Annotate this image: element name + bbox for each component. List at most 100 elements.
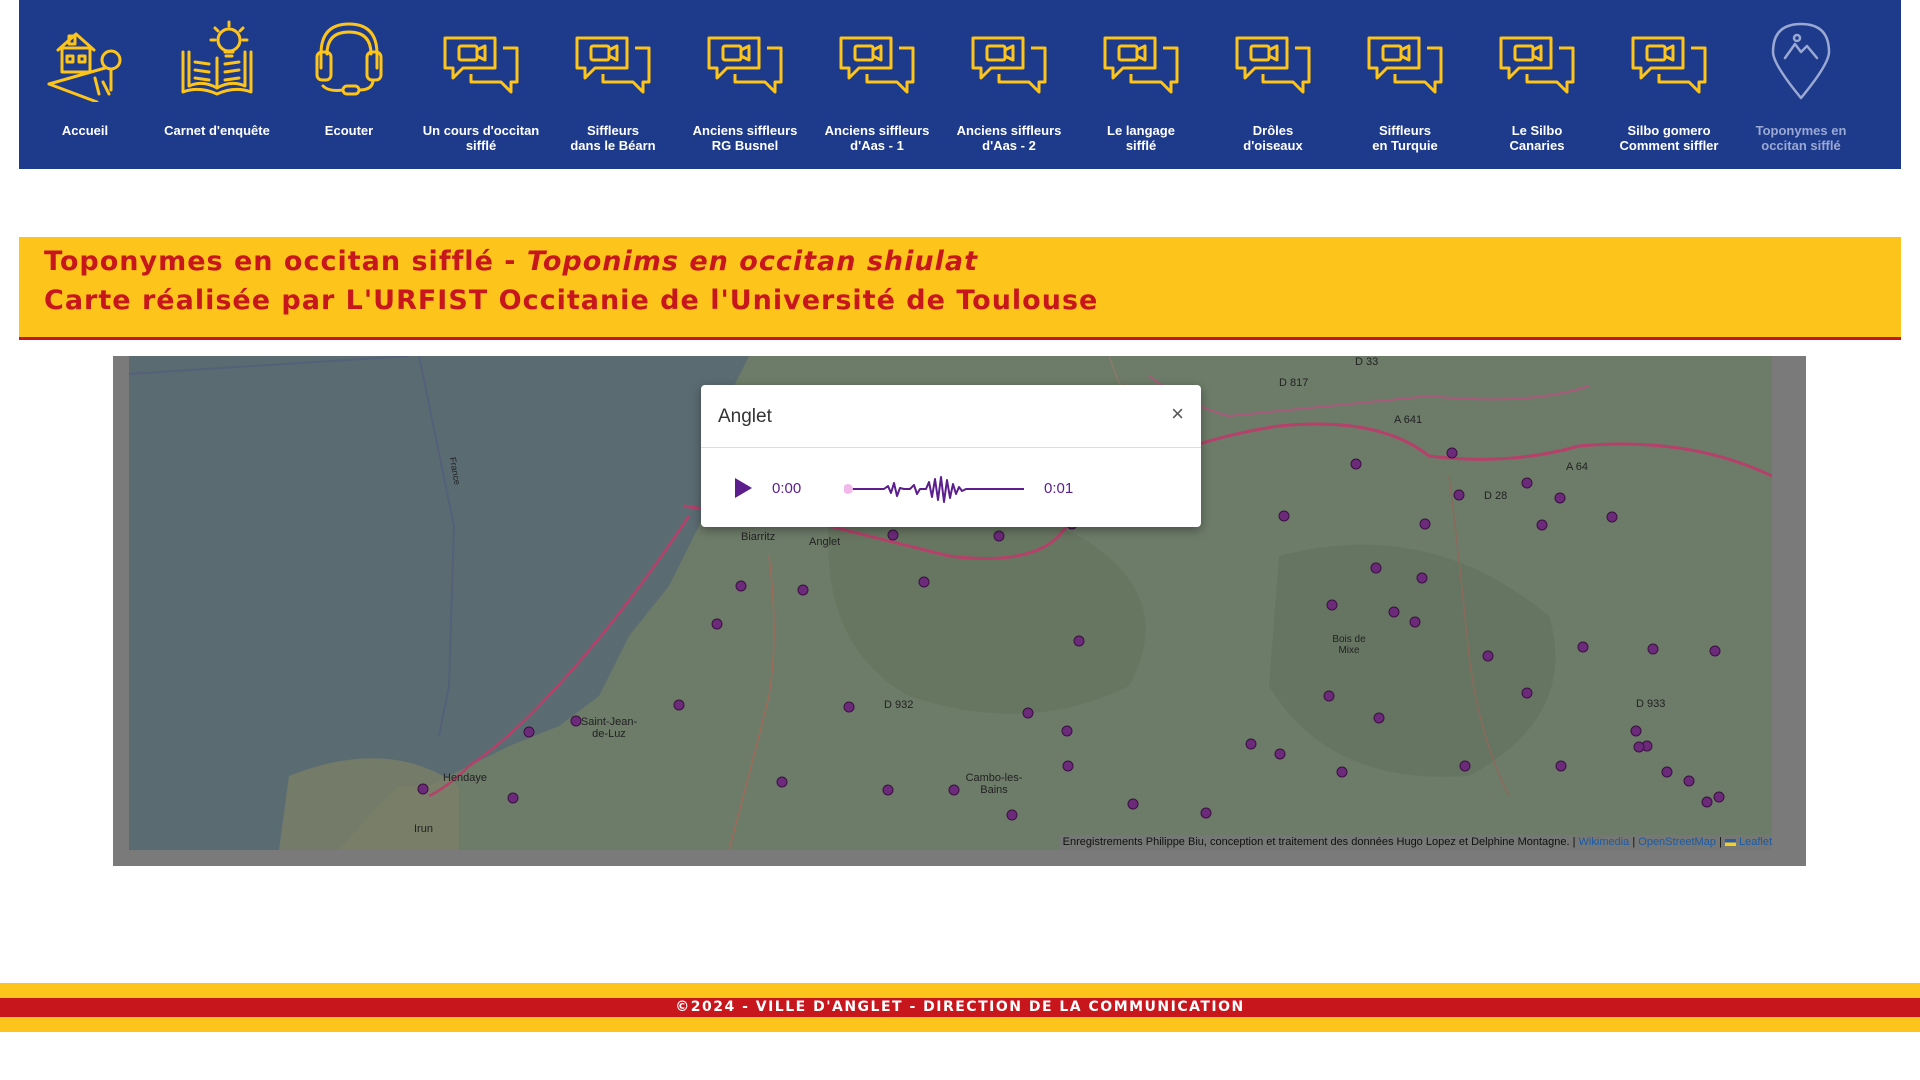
- map-marker[interactable]: [1336, 766, 1348, 778]
- nav-item-carnet[interactable]: Carnet d'enquête: [151, 0, 283, 169]
- map-label: D 28: [1484, 490, 1508, 502]
- map-marker[interactable]: [1416, 572, 1428, 584]
- map-marker[interactable]: [1577, 641, 1589, 653]
- map-marker[interactable]: [735, 580, 747, 592]
- popup-close-button[interactable]: ×: [1171, 401, 1184, 427]
- map-marker[interactable]: [1453, 489, 1465, 501]
- map-marker[interactable]: [1459, 760, 1471, 772]
- map-marker[interactable]: [1630, 725, 1642, 737]
- nav-item-cours-occitan[interactable]: Un cours d'occitan sifflé: [415, 0, 547, 169]
- map-marker[interactable]: [1521, 687, 1533, 699]
- map-popup: Anglet × 0:00 0:01: [701, 385, 1201, 527]
- openstreetmap-link[interactable]: OpenStreetMap: [1638, 836, 1716, 848]
- nav-item-siffleurs-bearn[interactable]: Siffleurs dans le Béarn: [547, 0, 679, 169]
- nav-item-langage-siffle[interactable]: Le langage sifflé: [1075, 0, 1207, 169]
- map-marker[interactable]: [1278, 510, 1290, 522]
- wikimedia-link[interactable]: Wikimedia: [1579, 836, 1630, 848]
- map-label: Irun: [414, 823, 433, 835]
- map-marker[interactable]: [417, 783, 429, 795]
- map-marker[interactable]: [1661, 766, 1673, 778]
- map-marker[interactable]: [1446, 447, 1458, 459]
- map-marker[interactable]: [1006, 809, 1018, 821]
- nav-item-silbo-gomero[interactable]: Silbo gomero Comment siffler: [1603, 0, 1735, 169]
- play-button[interactable]: [731, 475, 755, 501]
- map-marker[interactable]: [1350, 458, 1362, 470]
- video-chat-icon: [573, 18, 653, 102]
- title-french: Toponymes en occitan sifflé -: [44, 246, 527, 277]
- map-marker[interactable]: [507, 792, 519, 804]
- map-label: D 33: [1355, 356, 1379, 368]
- map-marker[interactable]: [1482, 650, 1494, 662]
- map-marker[interactable]: [1554, 492, 1566, 504]
- map-marker[interactable]: [1127, 798, 1139, 810]
- map-marker[interactable]: [1370, 562, 1382, 574]
- map-marker[interactable]: [1022, 707, 1034, 719]
- map-marker[interactable]: [673, 699, 685, 711]
- map-marker[interactable]: [1245, 738, 1257, 750]
- top-navigation: Accueil Carnet d'enquête Ecouter Un cour…: [19, 0, 1901, 169]
- map-marker[interactable]: [882, 784, 894, 796]
- map-marker[interactable]: [1409, 616, 1421, 628]
- nav-item-ecouter[interactable]: Ecouter: [283, 0, 415, 169]
- video-chat-icon: [1365, 18, 1445, 102]
- map-marker[interactable]: [918, 576, 930, 588]
- map-marker[interactable]: [1062, 760, 1074, 772]
- map-marker[interactable]: [1647, 643, 1659, 655]
- map-marker[interactable]: [1521, 477, 1533, 489]
- nav-label-line1: Siffleurs: [1378, 123, 1431, 138]
- audio-waveform[interactable]: [843, 469, 1024, 509]
- nav-label-line1: Anciens siffleurs: [692, 123, 798, 138]
- nav-item-toponymes[interactable]: Toponymes en occitan sifflé: [1735, 0, 1867, 169]
- video-chat-icon: [705, 18, 785, 102]
- popup-title: Anglet: [718, 406, 772, 427]
- map-marker[interactable]: [1709, 645, 1721, 657]
- nav-item-aas-2[interactable]: Anciens siffleurs d'Aas - 2: [943, 0, 1075, 169]
- map-marker[interactable]: [887, 529, 899, 541]
- map-marker[interactable]: [1373, 712, 1385, 724]
- map-marker[interactable]: [776, 776, 788, 788]
- map-label: D 932: [884, 699, 914, 711]
- nav-label-line1: Accueil: [61, 123, 109, 138]
- leaflet-link[interactable]: Leaflet: [1739, 836, 1772, 848]
- map-label: D 933: [1636, 698, 1666, 710]
- map-marker[interactable]: [1419, 518, 1431, 530]
- nav-label-line1: Anciens siffleurs: [956, 123, 1062, 138]
- map-marker[interactable]: [1713, 791, 1725, 803]
- map-marker[interactable]: [1073, 635, 1085, 647]
- map-marker[interactable]: [1555, 760, 1567, 772]
- map-marker[interactable]: [1274, 748, 1286, 760]
- nav-item-rg-busnel[interactable]: Anciens siffleurs RG Busnel: [679, 0, 811, 169]
- map-marker[interactable]: [843, 701, 855, 713]
- map-marker[interactable]: [523, 726, 535, 738]
- nav-label-line1: Un cours d'occitan: [422, 123, 540, 138]
- nav-item-aas-1[interactable]: Anciens siffleurs d'Aas - 1: [811, 0, 943, 169]
- map-marker[interactable]: [993, 530, 1005, 542]
- nav-item-accueil[interactable]: Accueil: [19, 0, 151, 169]
- map-marker[interactable]: [1061, 725, 1073, 737]
- video-chat-icon: [1233, 18, 1313, 102]
- map-marker[interactable]: [1200, 807, 1212, 819]
- map-label: Cambo-les-Bains: [965, 772, 1023, 796]
- nav-label-line2: Canaries: [1509, 138, 1565, 153]
- nav-label-line2: dans le Béarn: [570, 138, 656, 153]
- nav-item-turquie[interactable]: Siffleurs en Turquie: [1339, 0, 1471, 169]
- page-title: Toponymes en occitan sifflé - Toponims e…: [44, 246, 978, 277]
- map-marker[interactable]: [1388, 606, 1400, 618]
- map-marker[interactable]: [1323, 690, 1335, 702]
- nav-label-line2: Comment siffler: [1619, 138, 1719, 153]
- map-marker[interactable]: [797, 584, 809, 596]
- map-marker[interactable]: [1536, 519, 1548, 531]
- map-marker[interactable]: [1683, 775, 1695, 787]
- map-label: Hendaye: [443, 772, 488, 784]
- map-marker[interactable]: [1326, 599, 1338, 611]
- title-occitan: Toponims en occitan shiulat: [526, 246, 978, 277]
- nav-item-silbo-canaries[interactable]: Le Silbo Canaries: [1471, 0, 1603, 169]
- video-chat-icon: [1629, 18, 1709, 102]
- map-marker[interactable]: [1606, 511, 1618, 523]
- map-marker[interactable]: [711, 618, 723, 630]
- nav-label-line1: Anciens siffleurs: [824, 123, 930, 138]
- nav-item-droles-oiseaux[interactable]: Drôles d'oiseaux: [1207, 0, 1339, 169]
- map-marker[interactable]: [1701, 796, 1713, 808]
- map-marker[interactable]: [948, 784, 960, 796]
- map-marker[interactable]: [1633, 741, 1645, 753]
